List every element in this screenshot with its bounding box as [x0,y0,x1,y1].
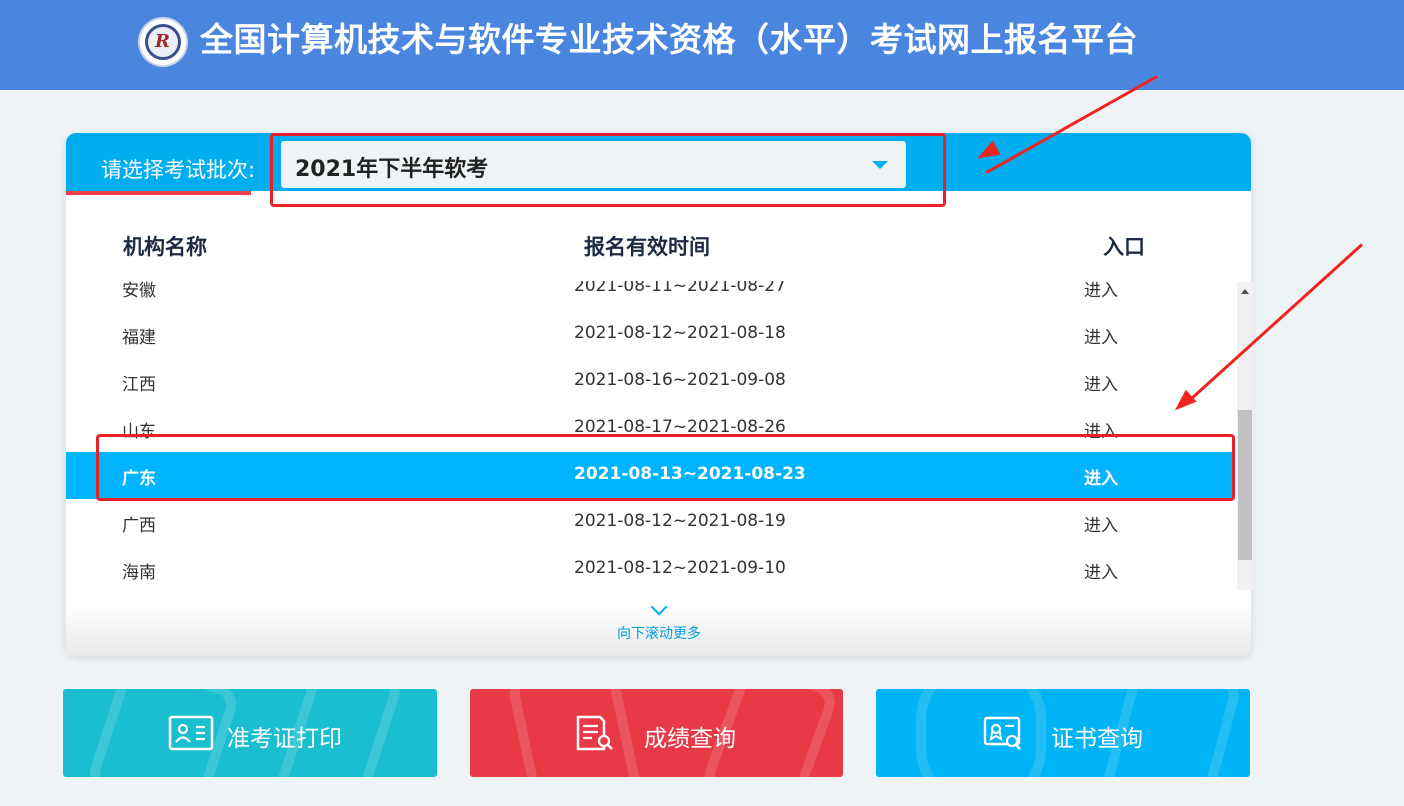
row-period: 2021-08-12~2021-08-19 [574,511,786,531]
list-scrollbar[interactable] [1237,282,1253,590]
chevron-down-icon [650,598,668,616]
batch-select[interactable]: 2021年下半年软考 [281,141,906,188]
scrollbar-thumb[interactable] [1238,410,1252,560]
table-row[interactable]: 海南 2021-08-12~2021-09-10 进入 [66,546,1234,591]
table-row[interactable]: 山东 2021-08-17~2021-08-26 进入 [66,405,1234,452]
row-name: 安徽 [122,281,156,301]
id-card-icon [168,715,214,751]
row-period: 2021-08-12~2021-08-18 [574,323,786,343]
column-header-period: 报名有效时间 [584,235,710,259]
page-header: R 全国计算机技术与软件专业技术资格（水平）考试网上报名平台 [0,0,1404,90]
row-entry-link[interactable]: 进入 [1084,511,1118,536]
row-name: 江西 [122,375,156,395]
row-period: 2021-08-13~2021-08-23 [574,464,806,484]
certificate-query-button[interactable]: 证书查询 [876,689,1250,777]
exam-logo-icon: R [138,17,188,67]
institution-list: 安徽 2021-08-11~2021-08-27 进入 福建 2021-08-1… [66,281,1234,591]
row-period: 2021-08-11~2021-08-27 [574,281,786,296]
table-row[interactable]: 安徽 2021-08-11~2021-08-27 进入 [66,281,1234,311]
row-name: 广东 [122,469,156,489]
row-entry-link[interactable]: 进入 [1084,323,1118,348]
row-entry-link[interactable]: 进入 [1084,558,1118,583]
batch-bar: 请选择考试批次: 2021年下半年软考 [66,133,1251,195]
admission-ticket-print-label: 准考证打印 [227,726,342,752]
table-row[interactable]: 广西 2021-08-12~2021-08-19 进入 [66,499,1234,546]
row-entry-link[interactable]: 进入 [1084,417,1118,442]
table-row[interactable]: 福建 2021-08-12~2021-08-18 进入 [66,311,1234,358]
row-entry-link[interactable]: 进入 [1084,464,1118,489]
column-header-institution: 机构名称 [123,235,207,259]
row-name: 福建 [122,328,156,348]
score-query-label: 成绩查询 [644,726,736,752]
scroll-more-hint[interactable]: 向下滚动更多 [614,598,704,643]
page-title: 全国计算机技术与软件专业技术资格（水平）考试网上报名平台 [200,20,1138,59]
row-entry-link[interactable]: 进入 [1084,281,1118,301]
batch-selected-value: 2021年下半年软考 [295,157,489,182]
row-period: 2021-08-12~2021-09-10 [574,558,786,578]
row-name: 山东 [122,422,156,442]
column-header-entry: 入口 [1103,235,1145,259]
scroll-up-arrow-icon[interactable] [1241,289,1249,294]
row-period: 2021-08-17~2021-08-26 [574,417,786,437]
row-name: 海南 [122,563,156,583]
row-name: 广西 [122,516,156,536]
scroll-more-label: 向下滚动更多 [617,626,701,642]
registration-panel: 请选择考试批次: 2021年下半年软考 机构名称 报名有效时间 入口 安徽 20… [66,133,1251,656]
certificate-query-label: 证书查询 [1051,726,1143,752]
chevron-down-icon [872,161,888,169]
score-report-icon [576,715,613,751]
row-entry-link[interactable]: 进入 [1084,370,1118,395]
certificate-search-icon [983,716,1021,750]
row-period: 2021-08-16~2021-09-08 [574,370,786,390]
table-row-selected[interactable]: 广东 2021-08-13~2021-08-23 进入 [66,452,1234,499]
admission-ticket-print-button[interactable]: 准考证打印 [63,689,437,777]
batch-label: 请选择考试批次: [101,158,256,182]
table-row[interactable]: 江西 2021-08-16~2021-09-08 进入 [66,358,1234,405]
score-query-button[interactable]: 成绩查询 [470,689,843,777]
